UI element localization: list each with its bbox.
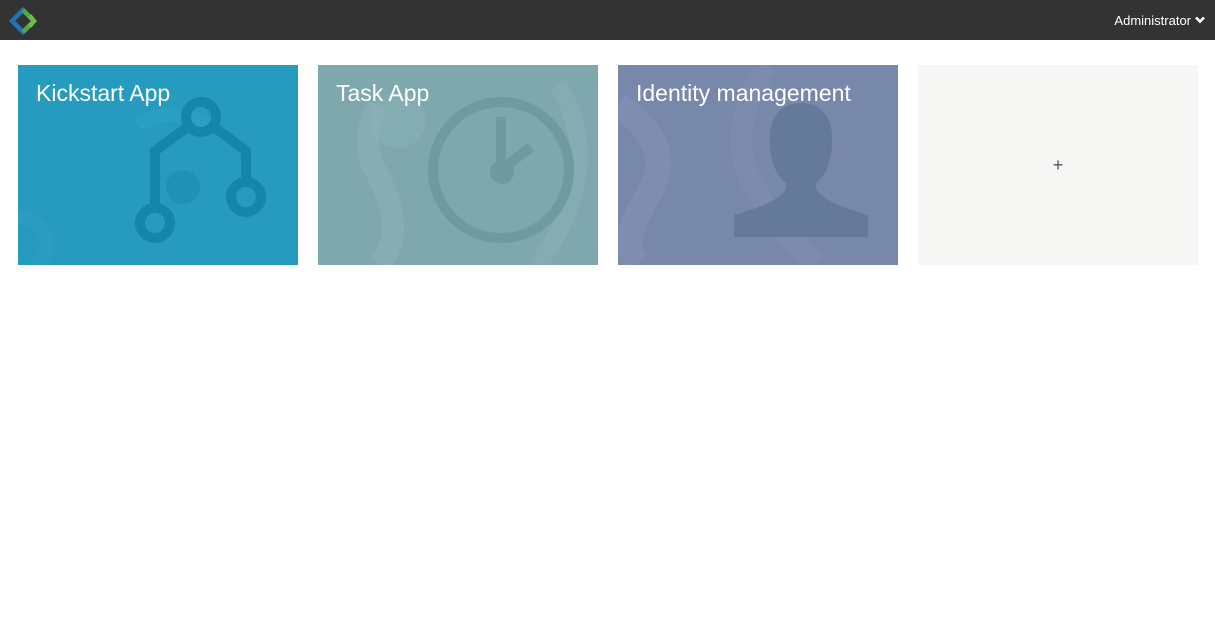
app-tile-task[interactable]: Task App (318, 65, 598, 265)
app-tile-title: Kickstart App (36, 80, 171, 106)
app-tile-title: Identity management (636, 80, 851, 106)
plus-icon: + (1052, 154, 1064, 175)
user-menu-label: Administrator (1114, 12, 1191, 28)
chevron-down-icon (1195, 16, 1205, 24)
add-app-tile[interactable]: + (918, 65, 1198, 265)
diamond-logo-icon[interactable] (9, 7, 37, 35)
user-menu-dropdown[interactable]: Administrator (1114, 11, 1206, 29)
app-tile-kickstart[interactable]: Kickstart App (18, 65, 298, 265)
app-tile-title: Task App (336, 80, 430, 106)
app-tile-identity-management[interactable]: Identity management (618, 65, 898, 265)
top-navbar: Administrator (0, 0, 1215, 40)
